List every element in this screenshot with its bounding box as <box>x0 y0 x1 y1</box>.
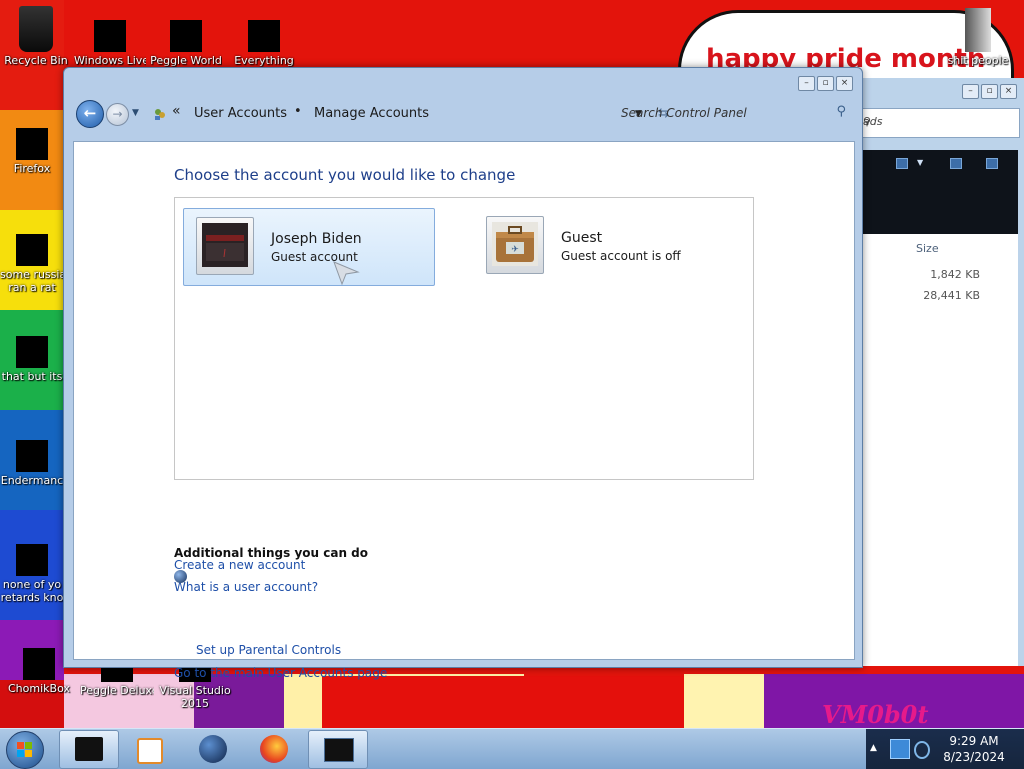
desktop-icon-firefox[interactable]: Firefox <box>0 128 64 175</box>
taskbar-explorer-button[interactable] <box>59 730 119 769</box>
control-panel-icon <box>324 738 354 762</box>
desktop-icon-endermanc[interactable]: Endermanc <box>0 440 64 487</box>
maximize-button[interactable]: ▫ <box>817 76 834 91</box>
globe-icon <box>199 735 227 763</box>
explorer-icon <box>75 737 103 761</box>
start-button[interactable] <box>6 731 44 769</box>
what-is-user-account-link[interactable]: What is a user account? <box>174 580 318 594</box>
minimize-button[interactable]: – <box>962 84 979 99</box>
desktop-icon-peggle-world[interactable]: Peggle World <box>150 20 222 67</box>
account-status: Guest account is off <box>561 249 681 263</box>
search-icon[interactable]: ⚲ <box>836 104 846 119</box>
file-list: Size 1,842 KB 28,441 KB <box>862 234 1018 666</box>
clock-time: 9:29 AM <box>949 734 999 748</box>
taskbar: ▲ 9:29 AM 8/23/2024 <box>0 728 1024 769</box>
firefox-icon <box>16 128 48 160</box>
desktop-icon-recycle-bin[interactable]: Recycle Bin <box>0 6 72 67</box>
account-tile-joseph-biden[interactable]: Joseph Biden Guest account <box>183 208 435 286</box>
additional-things-heading: Additional things you can do <box>174 546 369 560</box>
search-input[interactable]: ads ⚲ <box>856 108 1020 138</box>
user-accounts-window[interactable]: – ▫ × ← → ▼ « User Accounts • Manage Acc… <box>63 67 863 680</box>
mouse-cursor-icon <box>333 261 360 286</box>
view-icon[interactable] <box>896 158 908 169</box>
account-picture <box>196 217 254 275</box>
taskbar-media-player-button[interactable] <box>120 730 178 767</box>
content-pane: Choose the account you would like to cha… <box>73 141 855 680</box>
folder-icon <box>965 8 991 52</box>
parental-controls-icon <box>174 570 187 583</box>
explorer-toolbar: ▼ <box>862 150 1018 234</box>
breadcrumb-user-accounts[interactable]: User Accounts <box>194 106 287 121</box>
everything-icon <box>248 20 280 52</box>
desktop-icon-everything[interactable]: Everything <box>228 20 300 67</box>
show-hidden-icons-button[interactable]: ▲ <box>870 743 877 753</box>
network-icon[interactable] <box>890 739 910 759</box>
recycle-bin-icon <box>19 6 53 52</box>
folder-icon <box>16 336 48 368</box>
close-button[interactable]: × <box>836 76 853 91</box>
minimize-button[interactable]: – <box>798 76 815 91</box>
account-name: Guest <box>561 230 603 246</box>
chevron-left-icon[interactable]: « <box>172 103 181 119</box>
media-player-icon <box>137 738 163 764</box>
search-icon[interactable]: ⚲ <box>863 115 1011 128</box>
desktop-icon-windows-live[interactable]: Windows Live <box>74 20 146 67</box>
page-title: Choose the account you would like to cha… <box>174 166 516 184</box>
file-icon <box>16 440 48 472</box>
volume-icon[interactable] <box>914 741 930 759</box>
svg-text:✈: ✈ <box>511 245 519 255</box>
recent-pages-dropdown[interactable]: ▼ <box>132 108 139 118</box>
create-new-account-link[interactable]: Create a new account <box>174 558 305 572</box>
pane-icon[interactable] <box>950 158 962 169</box>
file-size: 28,441 KB <box>923 289 980 302</box>
breadcrumb-separator: • <box>294 104 302 119</box>
desktop-icon-that-but-its[interactable]: that but its <box>0 336 64 383</box>
account-picture-image <box>202 223 248 267</box>
account-name: Joseph Biden <box>271 231 362 247</box>
chevron-down-icon[interactable]: ▼ <box>917 158 923 167</box>
chomikbox-icon <box>23 648 55 680</box>
desktop-icon-shit-people[interactable]: shit people <box>940 8 1016 67</box>
taskbar-control-panel-button[interactable] <box>308 730 368 769</box>
background-explorer-window[interactable]: – ▫ × ads ⚲ ▼ Size 1,842 KB 28,441 KB <box>855 78 1024 666</box>
maximize-button[interactable]: ▫ <box>981 84 998 99</box>
desktop-icon-some-russia[interactable]: some russia ran a rat <box>0 234 64 294</box>
account-tile-guest[interactable]: ✈ Guest Guest account is off <box>474 208 724 284</box>
file-icon <box>16 234 48 266</box>
firefox-icon <box>260 735 288 763</box>
windows-logo-icon <box>17 742 32 757</box>
taskbar-globe-button[interactable] <box>184 730 242 767</box>
back-button[interactable]: ← <box>76 100 104 128</box>
wallpaper-watermark: VM0b0t <box>822 700 929 729</box>
peggle-world-icon <box>170 20 202 52</box>
windows-live-icon <box>94 20 126 52</box>
system-clock[interactable]: 9:29 AM 8/23/2024 <box>934 733 1014 765</box>
taskbar-firefox-button[interactable] <box>245 730 303 767</box>
search-control-panel-input[interactable]: Search Control Panel ⚲ <box>610 100 854 126</box>
file-size: 1,842 KB <box>930 268 980 281</box>
account-picture: ✈ <box>486 216 544 274</box>
breadcrumb[interactable]: « User Accounts • Manage Accounts ▼ ⇆ <box>145 100 669 128</box>
file-icon <box>16 544 48 576</box>
help-icon[interactable] <box>986 158 998 169</box>
forward-button[interactable]: → <box>106 103 129 126</box>
breadcrumb-manage-accounts[interactable]: Manage Accounts <box>314 106 429 121</box>
clock-date: 8/23/2024 <box>943 750 1005 764</box>
briefcase-icon: ✈ <box>492 222 538 266</box>
main-user-accounts-link[interactable]: Go to the main User Accounts page <box>174 666 387 680</box>
close-button[interactable]: × <box>1000 84 1017 99</box>
address-bar-row: ← → ▼ « User Accounts • Manage Accounts … <box>72 96 852 136</box>
control-panel-icon <box>155 109 165 120</box>
account-list: Joseph Biden Guest account ✈ Guest Guest… <box>174 197 754 480</box>
desktop-icon-none-of-yo[interactable]: none of yo retards kno <box>0 544 64 604</box>
parental-controls-link[interactable]: Set up Parental Controls <box>196 643 341 657</box>
column-header-size[interactable]: Size <box>916 242 939 255</box>
